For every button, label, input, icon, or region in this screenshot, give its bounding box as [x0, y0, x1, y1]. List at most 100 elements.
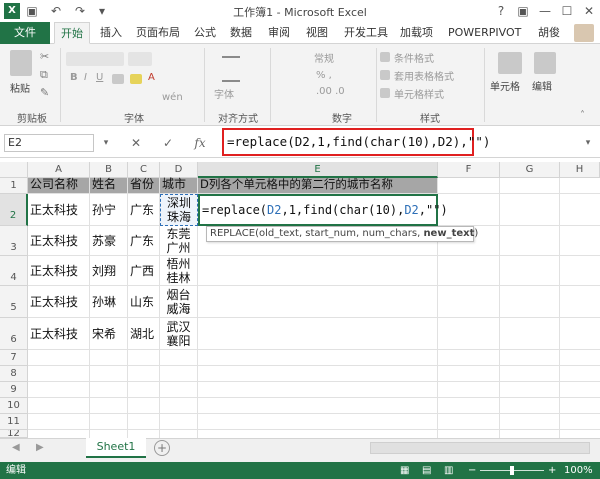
cell-c6[interactable]: 湖北	[128, 318, 160, 350]
format-painter-icon[interactable]: ✎	[40, 86, 49, 99]
tab-developer[interactable]: 开发工具	[344, 22, 388, 44]
row-header-10[interactable]: 10	[0, 398, 28, 414]
cells-icon[interactable]	[498, 52, 522, 74]
cell-c4[interactable]: 广西	[128, 256, 160, 286]
cell-a2[interactable]: 正太科技	[28, 194, 90, 226]
zoom-slider-thumb[interactable]	[510, 466, 514, 475]
underline-button[interactable]: U	[96, 72, 103, 83]
row-header-3[interactable]: 3	[0, 226, 28, 256]
currency-format-button[interactable]: % ,	[316, 70, 332, 81]
tab-home[interactable]: 开始	[54, 22, 90, 44]
expand-formula-bar-icon[interactable]: ▾	[580, 134, 596, 152]
cell-a4[interactable]: 正太科技	[28, 256, 90, 286]
alignment-group-label[interactable]: 对齐方式	[208, 110, 268, 125]
column-header-h[interactable]: H	[560, 162, 600, 178]
page-break-icon[interactable]: ▥	[444, 462, 453, 479]
zoom-in-icon[interactable]: +	[548, 462, 556, 479]
italic-button[interactable]: I	[84, 72, 87, 83]
formula-input[interactable]: =replace(D2,1,find(char(10),D2),"")	[222, 128, 490, 156]
cell-b2[interactable]: 孙宁	[90, 194, 128, 226]
cell-d3[interactable]: 东莞 广州	[160, 226, 198, 256]
tab-insert[interactable]: 插入	[100, 22, 122, 44]
editing-button-label[interactable]: 编辑	[532, 78, 552, 93]
prev-sheet-icon[interactable]: ◀	[12, 442, 20, 453]
column-header-f[interactable]: F	[438, 162, 500, 178]
cell-d6[interactable]: 武汉 襄阳	[160, 318, 198, 350]
table-format-button[interactable]: 套用表格格式	[394, 68, 454, 83]
collapse-ribbon-icon[interactable]: ˄	[580, 110, 585, 121]
cell-a5[interactable]: 正太科技	[28, 286, 90, 318]
conditional-format-button[interactable]: 条件格式	[394, 50, 434, 65]
cell-d1[interactable]: 城市	[160, 177, 198, 194]
row-header-1[interactable]: 1	[0, 178, 28, 194]
row-header-12[interactable]: 12	[0, 430, 28, 438]
minimize-button[interactable]: —	[534, 0, 556, 22]
tab-review[interactable]: 审阅	[268, 22, 290, 44]
name-box-dropdown-icon[interactable]: ▾	[98, 134, 114, 152]
cell-c2[interactable]: 广东	[128, 194, 160, 226]
cell-d5[interactable]: 烟台 威海	[160, 286, 198, 318]
font-size-select[interactable]	[128, 52, 152, 66]
cell-a1[interactable]: 公司名称	[28, 177, 90, 194]
cell-d4[interactable]: 梧州 桂林	[160, 256, 198, 286]
cell-b6[interactable]: 宋希	[90, 318, 128, 350]
row-header-5[interactable]: 5	[0, 286, 28, 318]
cell-b5[interactable]: 孙琳	[90, 286, 128, 318]
select-all-corner[interactable]	[0, 162, 28, 178]
tab-page-layout[interactable]: 页面布局	[136, 22, 180, 44]
cell-c3[interactable]: 广东	[128, 226, 160, 256]
column-header-g[interactable]: G	[500, 162, 560, 178]
row-header-7[interactable]: 7	[0, 350, 28, 366]
paste-button-label[interactable]: 粘贴	[10, 80, 30, 95]
row-header-6[interactable]: 6	[0, 318, 28, 350]
cell-a3[interactable]: 正太科技	[28, 226, 90, 256]
tab-formulas[interactable]: 公式	[194, 22, 216, 44]
ribbon-display-button[interactable]: ▣	[512, 0, 534, 22]
row-header-11[interactable]: 11	[0, 414, 28, 430]
close-button[interactable]: ✕	[578, 0, 600, 22]
cancel-formula-icon[interactable]: ✕	[128, 134, 144, 152]
copy-icon[interactable]: ⧉	[40, 68, 48, 82]
cell-b1[interactable]: 姓名	[90, 177, 128, 194]
wen-icon[interactable]: wén	[162, 92, 183, 103]
cells-button-label[interactable]: 单元格	[490, 78, 520, 93]
editing-icon[interactable]	[534, 52, 556, 74]
normal-view-icon[interactable]: ▦	[400, 462, 409, 479]
enter-formula-icon[interactable]: ✓	[160, 134, 176, 152]
sheet-tab-sheet1[interactable]: Sheet1	[86, 438, 146, 458]
row-header-9[interactable]: 9	[0, 382, 28, 398]
cell-c5[interactable]: 山东	[128, 286, 160, 318]
tab-addins[interactable]: 加载项	[400, 22, 433, 44]
zoom-level[interactable]: 100%	[564, 462, 593, 479]
fill-color-icon[interactable]	[130, 74, 142, 84]
tab-data[interactable]: 数据	[230, 22, 252, 44]
font-group-button[interactable]: 字体	[214, 86, 234, 101]
help-button[interactable]: ?	[490, 0, 512, 22]
maximize-button[interactable]: ☐	[556, 0, 578, 22]
cell-d2[interactable]: 深圳 珠海	[160, 194, 198, 226]
bold-button[interactable]: B	[70, 72, 78, 83]
decimal-buttons[interactable]: .00 .0	[316, 86, 345, 97]
insert-function-icon[interactable]: fx	[192, 134, 208, 152]
next-sheet-icon[interactable]: ▶	[36, 442, 44, 453]
user-name[interactable]: 胡俊	[538, 22, 560, 44]
cell-e1[interactable]: D列各个单元格中的第二行的城市名称	[198, 177, 438, 194]
cut-icon[interactable]: ✂	[40, 50, 49, 63]
page-layout-icon[interactable]: ▤	[422, 462, 431, 479]
cell-b4[interactable]: 刘翔	[90, 256, 128, 286]
name-box[interactable]: E2	[4, 134, 94, 152]
align-left-icon[interactable]	[222, 56, 240, 82]
number-format-select[interactable]: 常规	[314, 50, 374, 65]
border-icon[interactable]	[112, 74, 124, 84]
cell-e2[interactable]: =replace(D2,1,find(char(10), D2 ,"")	[198, 194, 448, 226]
paste-icon[interactable]	[10, 50, 32, 76]
horizontal-scrollbar[interactable]	[370, 442, 590, 454]
cell-styles-button[interactable]: 单元格样式	[394, 86, 444, 101]
tab-powerpivot[interactable]: POWERPIVOT	[448, 22, 521, 44]
font-color-icon[interactable]: A	[148, 72, 155, 83]
cell-c1[interactable]: 省份	[128, 177, 160, 194]
add-sheet-icon[interactable]: +	[154, 440, 170, 456]
tab-view[interactable]: 视图	[306, 22, 328, 44]
font-name-select[interactable]	[66, 52, 124, 66]
row-header-2[interactable]: 2	[0, 194, 28, 226]
